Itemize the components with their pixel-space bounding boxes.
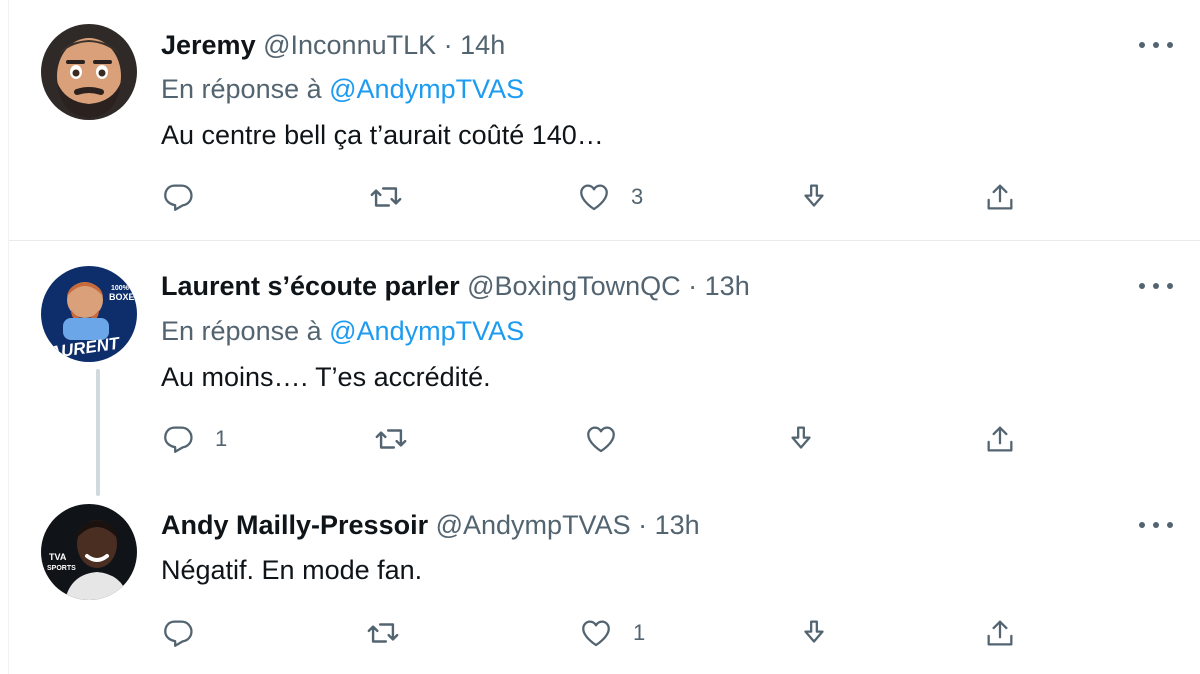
arrow-down-icon	[791, 426, 811, 449]
separator-dot: ·	[638, 510, 648, 540]
tweet-actions: 3	[161, 177, 1021, 217]
share-via-button[interactable]	[797, 177, 831, 217]
reply-mention-link[interactable]: @AndympTVAS	[329, 316, 524, 346]
retweet-icon	[370, 187, 402, 207]
person-photo-avatar: TVA SPORTS	[41, 504, 137, 600]
retweet-button[interactable]	[369, 177, 423, 217]
reply-button[interactable]	[161, 613, 215, 653]
timestamp[interactable]: 13h	[705, 271, 750, 301]
user-handle[interactable]: @InconnuTLK	[263, 30, 436, 60]
tweet-header: Andy Mailly-Pressoir @AndympTVAS · 13h	[161, 508, 700, 542]
arrow-down-icon	[804, 620, 824, 643]
podcast-badge-text: 100%	[111, 285, 130, 292]
reply-mention-link[interactable]: @AndympTVAS	[329, 74, 524, 104]
dot-icon	[1153, 42, 1159, 48]
heart-icon	[582, 620, 610, 647]
dot-icon	[1139, 283, 1145, 289]
tweet-jeremy[interactable]: Jeremy @InconnuTLK · 14h En réponse à @A…	[9, 0, 1200, 240]
svg-text:BOXE: BOXE	[109, 292, 135, 302]
like-button[interactable]: 1	[579, 613, 645, 653]
dot-icon	[1167, 42, 1173, 48]
reply-icon	[164, 426, 193, 453]
tweet-header: Laurent s’écoute parler @BoxingTownQC · …	[161, 269, 750, 303]
dot-icon	[1153, 522, 1159, 528]
share-button[interactable]	[983, 419, 1017, 459]
reply-icon	[164, 184, 193, 211]
share-icon	[987, 426, 1013, 452]
podcast-logo-avatar: 100% BOXE LAURENT	[41, 266, 137, 362]
reply-prefix: En réponse à	[161, 74, 322, 104]
share-icon	[987, 620, 1013, 646]
more-options-button[interactable]	[1139, 515, 1173, 535]
tweet-actions: 1	[161, 613, 1021, 653]
tweet-text: Au centre bell ça t’aurait coûté 140…	[161, 120, 604, 150]
reply-icon	[164, 620, 193, 647]
avatar[interactable]: 100% BOXE LAURENT	[41, 266, 137, 362]
like-button[interactable]	[584, 419, 638, 459]
reply-prefix: En réponse à	[161, 316, 322, 346]
retweet-button[interactable]	[366, 613, 420, 653]
thread-connector-line	[96, 369, 100, 496]
more-options-button[interactable]	[1139, 35, 1173, 55]
timestamp[interactable]: 14h	[460, 30, 505, 60]
share-button[interactable]	[983, 177, 1017, 217]
share-via-button[interactable]	[784, 419, 818, 459]
dot-icon	[1139, 522, 1145, 528]
heart-icon	[580, 184, 608, 211]
avatar[interactable]	[41, 24, 137, 120]
like-button[interactable]: 3	[577, 177, 643, 217]
display-name[interactable]: Jeremy	[161, 30, 256, 60]
avatar[interactable]: TVA SPORTS	[41, 504, 137, 600]
dot-icon	[1167, 522, 1173, 528]
timestamp[interactable]: 13h	[655, 510, 700, 540]
tweet-text: Négatif. En mode fan.	[161, 555, 423, 585]
svg-text:SPORTS: SPORTS	[47, 565, 76, 572]
retweet-icon	[375, 429, 407, 449]
tweet-header: Jeremy @InconnuTLK · 14h	[161, 28, 505, 62]
tweet-andy[interactable]: TVA SPORTS Andy Mailly-Pressoir @AndympT…	[9, 496, 1200, 674]
dot-icon	[1167, 283, 1173, 289]
user-handle[interactable]: @AndympTVAS	[436, 510, 631, 540]
tweet-text: Au moins…. T’es accrédité.	[161, 362, 491, 392]
tweet-actions: 1	[161, 419, 1021, 459]
reply-context: En réponse à @AndympTVAS	[161, 72, 524, 106]
share-button[interactable]	[983, 613, 1017, 653]
reply-context: En réponse à @AndympTVAS	[161, 314, 524, 348]
share-icon	[987, 184, 1013, 210]
dot-icon	[1153, 283, 1159, 289]
separator-dot: ·	[688, 271, 698, 301]
more-options-button[interactable]	[1139, 276, 1173, 296]
reply-button[interactable]: 1	[161, 419, 227, 459]
arrow-down-icon	[804, 184, 824, 207]
reply-count: 1	[215, 426, 228, 451]
display-name[interactable]: Laurent s’écoute parler	[161, 271, 460, 301]
like-count: 3	[631, 184, 644, 209]
reply-button[interactable]	[161, 177, 215, 217]
heart-icon	[587, 426, 615, 453]
display-name[interactable]: Andy Mailly-Pressoir	[161, 510, 428, 540]
dot-icon	[1139, 42, 1145, 48]
user-handle[interactable]: @BoxingTownQC	[467, 271, 681, 301]
retweet-icon	[367, 623, 399, 643]
share-via-button[interactable]	[797, 613, 831, 653]
separator-dot: ·	[443, 30, 453, 60]
svg-text:TVA: TVA	[49, 552, 67, 562]
memoji-bearded-man-avatar	[41, 24, 137, 120]
tweet-laurent[interactable]: 100% BOXE LAURENT Laurent s’écoute parle…	[9, 241, 1200, 496]
like-count: 1	[633, 620, 646, 645]
retweet-button[interactable]	[374, 419, 428, 459]
